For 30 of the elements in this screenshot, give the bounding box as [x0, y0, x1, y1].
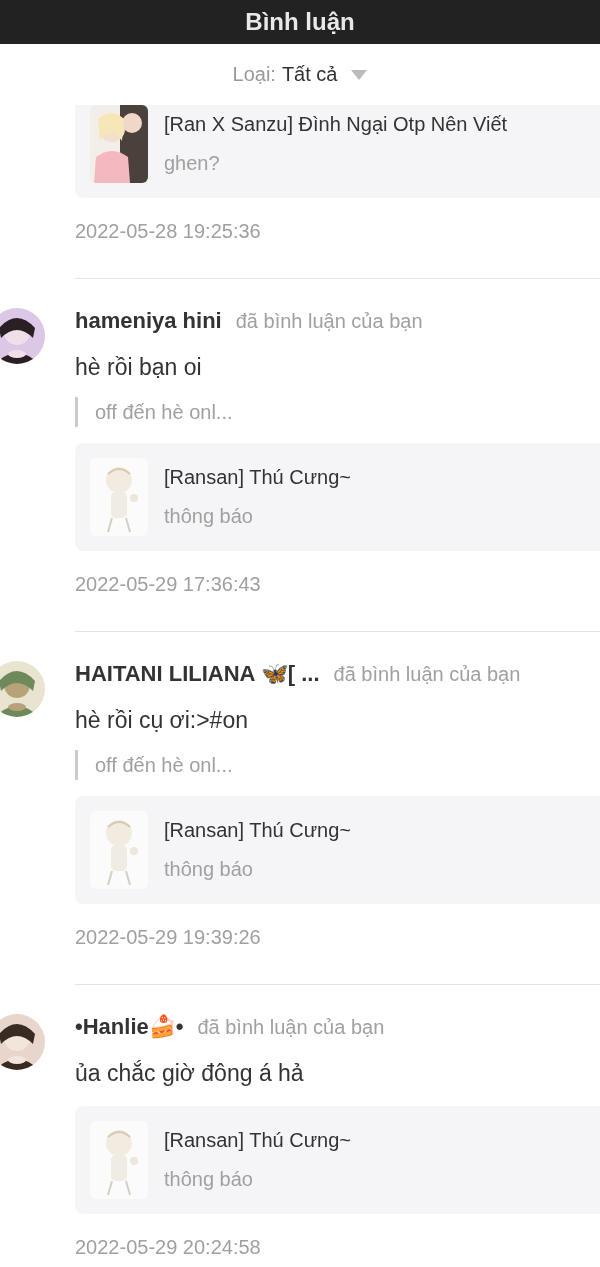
action-text: đã bình luận của bạn: [235, 309, 423, 333]
post-card[interactable]: [Ran X Sanzu] Đình Ngại Otp Nên Viết ghen?: [75, 105, 600, 198]
comment-text: hè rồi cụ ơi:>#on: [75, 706, 249, 735]
post-card[interactable]: [Ransan] Thú Cưng~ thông báo: [75, 1106, 600, 1214]
timestamp: 2022-05-29 19:39:26: [75, 925, 262, 950]
post-title: [Ransan] Thú Cưng~: [164, 819, 352, 842]
timestamp: 2022-05-29 20:24:58: [75, 1235, 262, 1260]
user-name[interactable]: •Hanlie🍰•: [75, 1014, 184, 1040]
post-title: [Ran X Sanzu] Đình Ngại Otp Nên Viết: [164, 113, 508, 136]
quoted-comment: off đến hè onl...: [75, 750, 600, 780]
quoted-comment: off đến hè onl...: [75, 397, 600, 427]
post-subtitle: thông báo: [164, 505, 254, 528]
user-name[interactable]: HAITANI LILIANA 🦋[ ...: [75, 661, 320, 687]
caret-icon: [351, 69, 368, 80]
post-subtitle: thông báo: [164, 1168, 254, 1191]
post-title: [Ransan] Thú Cưng~: [164, 1129, 352, 1152]
page-title: Bình luận: [245, 8, 355, 36]
action-text: đã bình luận của bạn: [333, 662, 521, 686]
comment-text: ủa chắc giờ đông á hả: [75, 1059, 305, 1088]
comment-text: hè rồi bạn oi: [75, 353, 203, 382]
user-name[interactable]: hameniya hini: [75, 308, 222, 334]
action-text: đã bình luận của bạn: [197, 1015, 385, 1039]
timestamp: 2022-05-28 19:25:36: [75, 219, 262, 244]
post-card[interactable]: [Ransan] Thú Cưng~ thông báo: [75, 443, 600, 551]
timestamp: 2022-05-29 17:36:43: [75, 572, 262, 597]
post-card[interactable]: [Ransan] Thú Cưng~ thông báo: [75, 796, 600, 904]
type-filter-dropdown[interactable]: Loại: Tất cả: [226, 59, 374, 90]
post-title: [Ransan] Thú Cưng~: [164, 466, 352, 489]
post-subtitle: ghen?: [164, 152, 221, 175]
post-subtitle: thông báo: [164, 858, 254, 881]
